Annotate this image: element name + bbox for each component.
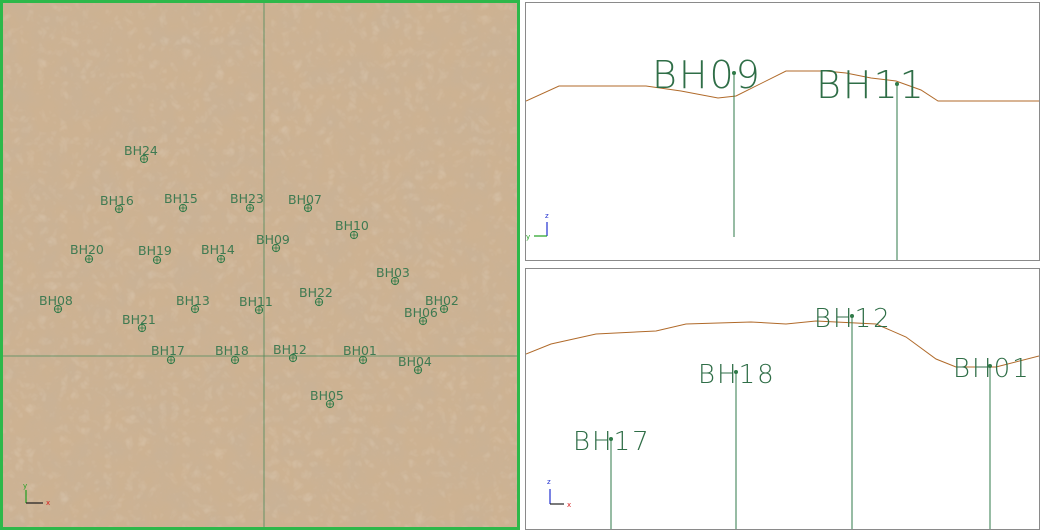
section-borehole-bh17[interactable]: BH17 [573, 427, 651, 529]
x-axis-label: x [46, 499, 50, 507]
borehole-label: BH01 [343, 343, 377, 358]
borehole-label: BH20 [70, 242, 104, 257]
y-axis-label: y [526, 233, 530, 241]
section-1-canvas[interactable]: BH09 BH11 z y [526, 3, 1039, 260]
section-borehole-bh12[interactable]: BH12 [814, 304, 892, 529]
x-axis-label: x [567, 501, 571, 509]
section-borehole-bh11[interactable]: BH11 [816, 63, 926, 260]
borehole-label: BH09 [652, 53, 762, 97]
borehole-label: BH18 [698, 360, 776, 390]
terrain-map[interactable]: BH24 BH16 BH15 BH23 BH07 BH10 BH20 BH19 BH14 BH09… [3, 3, 517, 527]
borehole-label: BH12 [814, 304, 892, 334]
y-axis-label: y [23, 482, 27, 490]
borehole-label: BH19 [138, 243, 172, 258]
section-view-2[interactable]: BH17 BH18 BH12 BH01 z x [525, 268, 1040, 530]
borehole-label: BH11 [816, 63, 926, 107]
terrain-highlights [3, 3, 517, 527]
borehole-label: BH05 [310, 388, 344, 403]
borehole-label: BH12 [273, 342, 307, 357]
ground-profile [526, 70, 1039, 102]
section-borehole-bh09[interactable]: BH09 [652, 53, 762, 237]
borehole-label: BH23 [230, 191, 264, 206]
borehole-label: BH15 [164, 191, 198, 206]
borehole-label: BH13 [176, 293, 210, 308]
borehole-label: BH24 [124, 143, 158, 158]
z-axis-label: z [547, 478, 551, 486]
z-axis-label: z [545, 212, 549, 220]
section-2-canvas[interactable]: BH17 BH18 BH12 BH01 z x [526, 269, 1039, 529]
plan-view[interactable]: BH24 BH16 BH15 BH23 BH07 BH10 BH20 BH19 BH14 BH09… [0, 0, 520, 530]
borehole-label: BH14 [201, 242, 235, 257]
borehole-label: BH11 [239, 294, 273, 309]
borehole-label: BH17 [573, 427, 651, 457]
section-borehole-bh01[interactable]: BH01 [953, 354, 1031, 529]
borehole-label: BH03 [376, 265, 410, 280]
borehole-label: BH06 [404, 305, 438, 320]
borehole-label: BH22 [299, 285, 333, 300]
borehole-label: BH04 [398, 354, 432, 369]
section-borehole-bh18[interactable]: BH18 [698, 360, 776, 529]
axis-triad: z y [526, 212, 549, 241]
borehole-label: BH08 [39, 293, 73, 308]
borehole-label: BH10 [335, 218, 369, 233]
borehole-label: BH01 [953, 354, 1031, 384]
borehole-label: BH16 [100, 193, 134, 208]
borehole-label: BH21 [122, 312, 156, 327]
borehole-label: BH18 [215, 343, 249, 358]
section-view-1[interactable]: BH09 BH11 z y [525, 2, 1040, 261]
borehole-label: BH17 [151, 343, 185, 358]
axis-triad: z x [547, 478, 571, 509]
borehole-label: BH09 [256, 232, 290, 247]
borehole-label: BH07 [288, 192, 322, 207]
